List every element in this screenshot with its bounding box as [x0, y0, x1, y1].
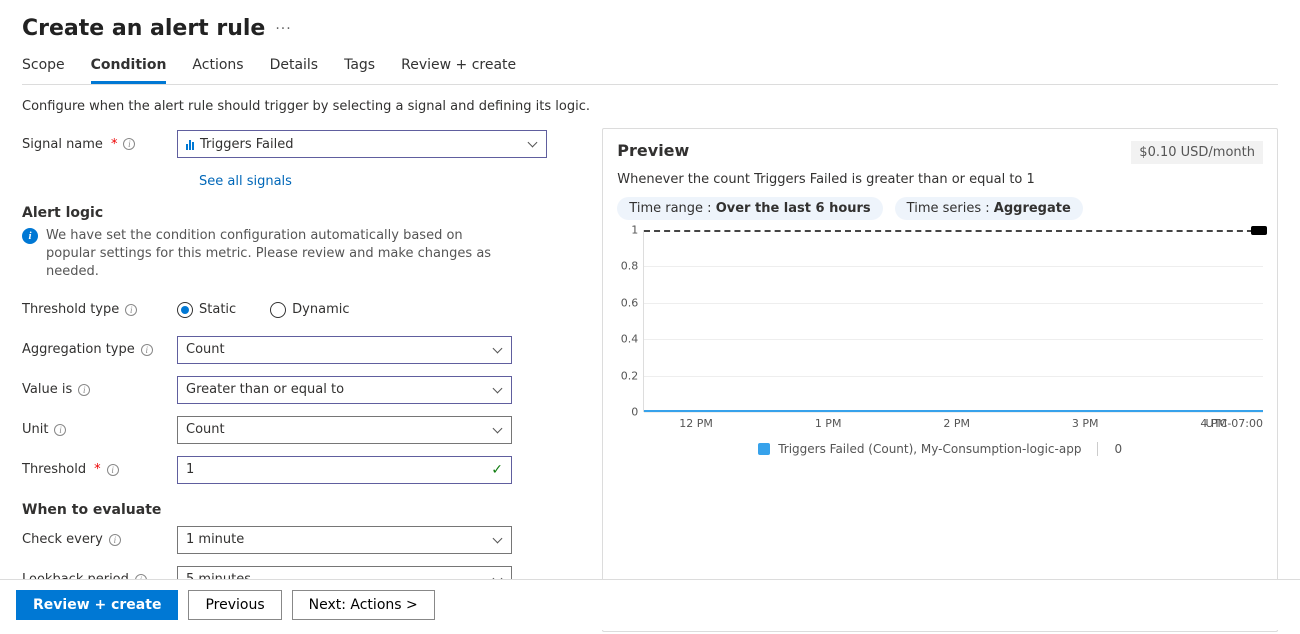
- threshold-type-static-label: Static: [199, 302, 236, 317]
- check-every-value: 1 minute: [186, 532, 244, 547]
- chart-plot-area: 1 0.8 0.6 0.4 0.2 0: [643, 230, 1263, 412]
- threshold-type-dynamic-label: Dynamic: [292, 302, 349, 317]
- when-to-evaluate-heading: When to evaluate: [22, 502, 578, 518]
- tab-scope[interactable]: Scope: [22, 57, 65, 84]
- radio-unchecked-icon: [270, 302, 286, 318]
- valid-check-icon: ✓: [491, 462, 503, 478]
- signal-name-value: Triggers Failed: [200, 137, 293, 152]
- chevron-down-icon: [493, 535, 503, 545]
- value-is-value: Greater than or equal to: [186, 382, 344, 397]
- time-range-label: Time range :: [629, 201, 715, 216]
- x-tick: 2 PM: [943, 417, 970, 430]
- time-range-value: Over the last 6 hours: [716, 201, 871, 216]
- required-asterisk: *: [111, 137, 118, 152]
- x-tick: 3 PM: [1072, 417, 1099, 430]
- threshold-label: Threshold: [22, 462, 86, 477]
- y-tick: 1: [631, 224, 644, 237]
- threshold-handle[interactable]: [1251, 226, 1267, 235]
- x-tick: 12 PM: [679, 417, 713, 430]
- legend-text: Triggers Failed (Count), My-Consumption-…: [778, 442, 1081, 456]
- chevron-down-icon: [493, 345, 503, 355]
- check-every-dropdown[interactable]: 1 minute: [177, 526, 512, 554]
- aggregation-type-label: Aggregation type: [22, 342, 135, 357]
- review-create-button[interactable]: Review + create: [16, 590, 178, 620]
- aggregation-type-dropdown[interactable]: Count: [177, 336, 512, 364]
- preview-card: Preview $0.10 USD/month Whenever the cou…: [602, 128, 1278, 632]
- tab-review-create[interactable]: Review + create: [401, 57, 516, 84]
- tab-description: Configure when the alert rule should tri…: [22, 99, 1278, 114]
- info-icon[interactable]: i: [78, 384, 90, 396]
- legend-value: 0: [1114, 442, 1122, 456]
- info-icon: i: [22, 228, 38, 244]
- info-icon[interactable]: i: [141, 344, 153, 356]
- metric-icon: [186, 138, 194, 150]
- previous-button[interactable]: Previous: [188, 590, 281, 620]
- signal-name-label: Signal name: [22, 137, 103, 152]
- chevron-down-icon: [493, 385, 503, 395]
- legend-swatch: [758, 443, 770, 455]
- required-asterisk: *: [94, 462, 101, 477]
- page-title: Create an alert rule: [22, 16, 265, 41]
- y-tick: 0.2: [621, 369, 645, 382]
- y-tick: 0.6: [621, 296, 645, 309]
- time-series-label: Time series :: [907, 201, 994, 216]
- tab-condition[interactable]: Condition: [91, 57, 167, 84]
- time-series-value: Aggregate: [994, 201, 1071, 216]
- alert-logic-info-text: We have set the condition configuration …: [46, 227, 506, 282]
- info-icon[interactable]: i: [123, 138, 135, 150]
- unit-label: Unit: [22, 422, 48, 437]
- preview-description: Whenever the count Triggers Failed is gr…: [617, 172, 1263, 187]
- time-series-pill[interactable]: Time series : Aggregate: [895, 197, 1083, 220]
- tab-bar: Scope Condition Actions Details Tags Rev…: [22, 57, 1278, 85]
- value-is-label: Value is: [22, 382, 72, 397]
- see-all-signals-link[interactable]: See all signals: [199, 174, 292, 189]
- tab-details[interactable]: Details: [270, 57, 319, 84]
- info-icon[interactable]: i: [109, 534, 121, 546]
- threshold-type-static-radio[interactable]: Static: [177, 302, 250, 318]
- threshold-input[interactable]: 1 ✓: [177, 456, 512, 484]
- preview-title: Preview: [617, 141, 689, 160]
- price-badge: $0.10 USD/month: [1131, 141, 1263, 164]
- y-tick: 0.4: [621, 333, 645, 346]
- tab-actions[interactable]: Actions: [192, 57, 243, 84]
- timezone-label: UTC-07:00: [1206, 417, 1263, 430]
- value-is-dropdown[interactable]: Greater than or equal to: [177, 376, 512, 404]
- tab-tags[interactable]: Tags: [344, 57, 375, 84]
- info-icon[interactable]: i: [54, 424, 66, 436]
- threshold-type-dynamic-radio[interactable]: Dynamic: [270, 302, 349, 318]
- chevron-down-icon: [528, 139, 538, 149]
- signal-name-dropdown[interactable]: Triggers Failed: [177, 130, 547, 158]
- info-icon[interactable]: i: [107, 464, 119, 476]
- unit-value: Count: [186, 422, 225, 437]
- preview-chart: 1 0.8 0.6 0.4 0.2 0 12 PM 1 PM 2 PM 3 PM…: [617, 230, 1263, 430]
- check-every-label: Check every: [22, 532, 103, 547]
- threshold-type-label: Threshold type: [22, 302, 119, 317]
- time-range-pill[interactable]: Time range : Over the last 6 hours: [617, 197, 882, 220]
- radio-checked-icon: [177, 302, 193, 318]
- threshold-value: 1: [186, 462, 194, 477]
- aggregation-type-value: Count: [186, 342, 225, 357]
- alert-logic-heading: Alert logic: [22, 205, 578, 221]
- info-icon[interactable]: i: [125, 304, 137, 316]
- footer-bar: Review + create Previous Next: Actions >: [0, 579, 1300, 630]
- form-column: Signal name * i Triggers Failed See all …: [22, 128, 578, 632]
- chart-data-line: [644, 410, 1263, 412]
- chevron-down-icon: [493, 425, 503, 435]
- unit-dropdown[interactable]: Count: [177, 416, 512, 444]
- threshold-line: [644, 230, 1263, 232]
- y-tick: 0.8: [621, 260, 645, 273]
- x-tick: 1 PM: [815, 417, 842, 430]
- next-actions-button[interactable]: Next: Actions >: [292, 590, 435, 620]
- more-actions-icon[interactable]: ···: [275, 21, 291, 37]
